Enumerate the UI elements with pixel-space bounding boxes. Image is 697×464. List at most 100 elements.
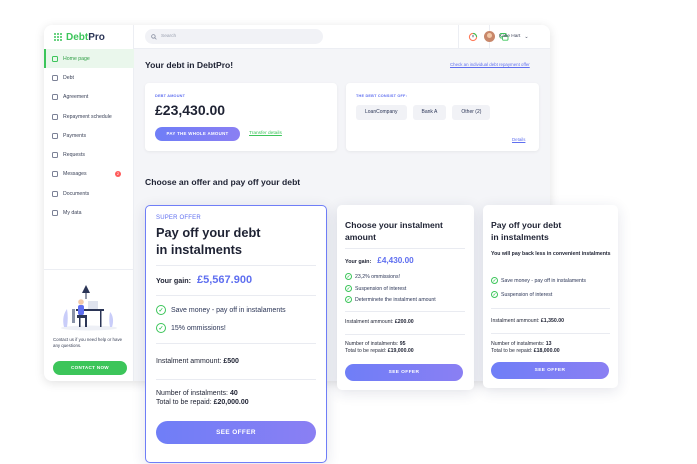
feature-item: ✓ Suspension of interest (345, 285, 406, 292)
sidebar-item-payments[interactable]: Payments (44, 126, 134, 145)
feature-item: ✓ Determinete the instalment amount (345, 296, 436, 303)
creditor-chip[interactable]: Bank A (412, 105, 447, 120)
search-icon (151, 33, 157, 40)
total-repaid-row: Total to be repaid: £20,000.00 (156, 399, 249, 406)
gear-icon (52, 210, 58, 217)
check-individual-offer-link[interactable]: Check an individual debt repayment offer (450, 62, 530, 67)
sidebar-item-label: My data (63, 210, 82, 217)
feature-text: Save money - pay off in instalaments (501, 277, 586, 284)
offer-title-line: Pay off your debt (491, 220, 562, 230)
instalment-amount-row: Instalment ammount: £200.00 (345, 319, 414, 325)
offer-description: You will pay back less in convenient ins… (491, 251, 611, 257)
instalment-amount-row: Instalment ammount: £500 (156, 358, 239, 365)
sidebar-item-documents[interactable]: Documents (44, 184, 134, 203)
total-repaid-value: £20,000.00 (213, 399, 249, 406)
sidebar: Debt Pro Home page Debt Agreement Repayme… (44, 25, 134, 381)
debt-amount-label: DEBT AMOUNT (155, 94, 186, 98)
agreement-icon (52, 94, 58, 101)
contact-now-button[interactable]: CONTACT NOW (53, 361, 127, 375)
logo-grid-icon (54, 33, 63, 42)
sidebar-item-my-data[interactable]: My data (44, 203, 134, 222)
gain-value: £5,567.900 (197, 274, 253, 286)
divider (156, 343, 316, 344)
see-offer-button[interactable]: SEE OFFER (491, 362, 609, 379)
user-menu[interactable]: Katie Hart ⌄ (484, 31, 529, 42)
creditor-chips: LoanCompany Bank A Other (2) (356, 105, 496, 120)
gain-row: Your gain: £4,430.00 (345, 256, 414, 265)
total-repaid-row: Total to be repaid: £19,000.00 (345, 348, 414, 354)
offer-title: Choose your instalment amount (345, 219, 465, 243)
sidebar-item-label: Debt (63, 74, 74, 81)
creditor-chip[interactable]: LoanCompany (356, 105, 407, 120)
chevron-down-icon: ⌄ (524, 33, 529, 40)
divider (491, 308, 610, 309)
sidebar-item-label: Repayment schedule (63, 113, 112, 120)
feature-item: ✓ Suspension of interest (491, 291, 552, 298)
requests-icon (52, 152, 58, 159)
sidebar-item-home-page[interactable]: Home page (44, 49, 134, 69)
total-repaid-label: Total to be repaid: (491, 348, 533, 354)
instalments-count-label: Number of instalments: (345, 341, 399, 347)
sidebar-item-label: Payments (63, 132, 87, 139)
details-link[interactable]: Details (512, 137, 525, 142)
search-input[interactable]: Search (145, 29, 323, 44)
sidebar-divider (44, 269, 134, 270)
feature-text: Determinete the instalment amount (355, 296, 436, 303)
contact-help-text: Contact us if you need help or have any … (53, 337, 123, 348)
feature-text: Suspension of interest (355, 285, 407, 292)
sidebar-item-messages[interactable]: Messages 2 (44, 165, 134, 184)
sidebar-item-requests[interactable]: Requests (44, 145, 134, 164)
search-placeholder: Search (161, 34, 177, 39)
card-icon (52, 132, 58, 139)
feature-text: Save money - pay off in instalaments (171, 306, 286, 314)
instalment-amount-row: Instalment ammount: £1,350.00 (491, 318, 564, 324)
check-circle-icon: ✓ (491, 291, 498, 298)
user-name: Katie Hart (499, 34, 521, 39)
sidebar-item-debt[interactable]: Debt (44, 68, 134, 87)
divider (345, 248, 465, 249)
gain-label: Your gain: (156, 276, 192, 285)
instalments-count-label: Number of instalments: (491, 341, 545, 347)
check-circle-icon: ✓ (345, 285, 352, 292)
instalment-label: Instalment ammount: (491, 318, 540, 324)
pay-whole-amount-button[interactable]: PAY THE WHOLE AMOUNT (155, 127, 240, 141)
divider (156, 295, 316, 296)
creditor-chip[interactable]: Other (2) (452, 105, 491, 120)
transfer-details-link[interactable]: Transfer details (249, 131, 282, 136)
see-offer-button[interactable]: SEE OFFER (156, 421, 316, 444)
divider (491, 333, 610, 334)
instalment-value: £1,350.00 (540, 318, 564, 324)
feature-item: ✓ Save money - pay off in instalaments (156, 305, 286, 315)
feature-text: Suspension of interest (501, 291, 553, 298)
check-circle-icon: ✓ (156, 323, 166, 333)
messages-count-badge: 2 (115, 170, 121, 177)
offer-card-super: SUPER OFFER Pay off your debt in instalm… (145, 205, 327, 463)
see-offer-button[interactable]: SEE OFFER (345, 364, 463, 381)
feature-item: ✓ 15% ommissions! (156, 323, 226, 333)
mail-icon (52, 171, 58, 178)
sidebar-item-label: Requests (63, 152, 85, 159)
total-repaid-label: Total to be repaid: (156, 399, 212, 406)
debt-consist-card: THE DEBT CONSIST OFF: LoanCompany Bank A… (346, 83, 539, 151)
instalments-count-value: 40 (229, 390, 238, 397)
sidebar-item-repayment-schedule[interactable]: Repayment schedule (44, 107, 134, 126)
sidebar-item-label: Documents (63, 190, 90, 197)
offer-card-choose-amount: Choose your instalment amount Your gain:… (337, 205, 474, 390)
clock-icon[interactable] (468, 32, 478, 42)
divider (156, 265, 316, 266)
offer-title-line: Choose your instalment (345, 220, 443, 230)
instalments-count-row: Number of instalments: 40 (156, 390, 238, 397)
avatar (484, 31, 495, 42)
total-repaid-label: Total to be repaid: (345, 348, 387, 354)
document-icon (52, 190, 58, 197)
logo[interactable]: Debt Pro (54, 32, 105, 43)
instalments-count-row: Number of instalments: 95 (345, 341, 406, 347)
page-title: Your debt in DebtPro! (145, 60, 234, 70)
home-icon (52, 55, 58, 62)
sidebar-item-agreement[interactable]: Agreement (44, 88, 134, 107)
sidebar-nav: Home page Debt Agreement Repayment sched… (44, 49, 134, 223)
total-repaid-value: £19,000.00 (387, 348, 414, 354)
gain-label: Your gain: (345, 259, 372, 265)
total-repaid-row: Total to be repaid: £18,000.00 (491, 348, 560, 354)
calendar-icon (52, 113, 58, 120)
